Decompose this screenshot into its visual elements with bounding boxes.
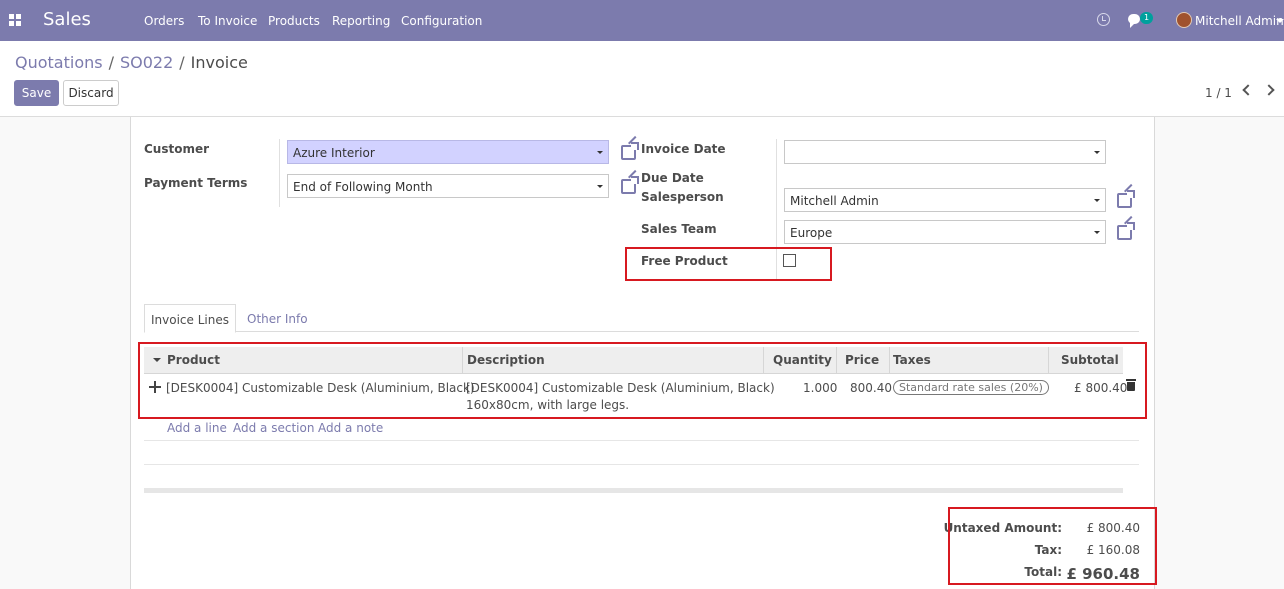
payment-terms-value: End of Following Month (293, 180, 433, 194)
chevron-right-icon[interactable] (1263, 84, 1275, 96)
activity-clock-icon[interactable] (1097, 13, 1110, 26)
table-divider (144, 440, 1139, 441)
caret-down-icon (1094, 199, 1100, 205)
salesperson-field[interactable]: Mitchell Admin (784, 188, 1106, 212)
breadcrumb-separator: / (179, 53, 185, 72)
tab-invoice-lines[interactable]: Invoice Lines (144, 304, 236, 333)
field-divider (279, 139, 280, 207)
totals-highlight-box (948, 507, 1157, 585)
sales-team-label: Sales Team (641, 222, 717, 236)
breadcrumb-quotations[interactable]: Quotations (15, 53, 103, 72)
invoice-date-label: Invoice Date (641, 142, 726, 156)
breadcrumb-so022[interactable]: SO022 (120, 53, 173, 72)
breadcrumb: Quotations / SO022 / Invoice (15, 53, 248, 72)
chevron-left-icon[interactable] (1242, 84, 1254, 96)
payment-terms-field[interactable]: End of Following Month (287, 174, 609, 198)
save-button[interactable]: Save (14, 80, 59, 106)
caret-down-icon (597, 185, 603, 191)
discard-button[interactable]: Discard (63, 80, 119, 106)
invoice-date-field[interactable] (784, 140, 1106, 164)
customer-field[interactable]: Azure Interior (287, 140, 609, 164)
add-note-link[interactable]: Add a note (318, 421, 383, 435)
sales-team-external-link-icon[interactable] (1117, 222, 1135, 240)
caret-down-icon[interactable] (1276, 19, 1284, 27)
salesperson-label: Salesperson (641, 190, 724, 204)
salesperson-external-link-icon[interactable] (1117, 190, 1135, 208)
add-section-link[interactable]: Add a section (233, 421, 314, 435)
user-avatar[interactable] (1176, 12, 1192, 28)
menu-reporting[interactable]: Reporting (332, 14, 390, 28)
add-line-link[interactable]: Add a line (167, 421, 227, 435)
pager-value[interactable]: 1 / 1 (1205, 86, 1232, 100)
due-date-label: Due Date (641, 171, 704, 185)
control-panel: Quotations / SO022 / Invoice Save Discard 1 … (0, 41, 1284, 117)
menu-orders[interactable]: Orders (144, 14, 184, 28)
customer-external-link-icon[interactable] (621, 142, 639, 160)
caret-down-icon (1094, 151, 1100, 157)
apps-menu-icon[interactable] (9, 14, 21, 26)
user-menu-name[interactable]: Mitchell Admin (1195, 14, 1284, 28)
free-product-highlight-box (625, 247, 832, 281)
caret-down-icon (1094, 231, 1100, 237)
caret-down-icon (597, 151, 603, 157)
menu-to-invoice[interactable]: To Invoice (198, 14, 257, 28)
app-title[interactable]: Sales (43, 9, 91, 30)
customer-label: Customer (144, 142, 210, 156)
tab-other-info[interactable]: Other Info (247, 304, 308, 333)
messages-chat-icon[interactable] (1128, 14, 1140, 28)
payment-terms-external-link-icon[interactable] (621, 176, 639, 194)
breadcrumb-current: Invoice (190, 53, 248, 72)
menu-products[interactable]: Products (268, 14, 320, 28)
messages-count-badge: 1 (1140, 12, 1153, 24)
horizontal-scrollbar[interactable] (144, 488, 1123, 493)
invoice-lines-highlight-box (138, 342, 1147, 419)
payment-terms-label: Payment Terms (144, 176, 248, 190)
breadcrumb-separator: / (108, 53, 114, 72)
sales-team-field[interactable]: Europe (784, 220, 1106, 244)
customer-value: Azure Interior (293, 146, 375, 160)
salesperson-value: Mitchell Admin (790, 194, 879, 208)
table-divider (144, 464, 1139, 465)
menu-configuration[interactable]: Configuration (401, 14, 482, 28)
sales-team-value: Europe (790, 226, 833, 240)
top-navbar: Sales Orders To Invoice Products Reporti… (0, 0, 1284, 41)
